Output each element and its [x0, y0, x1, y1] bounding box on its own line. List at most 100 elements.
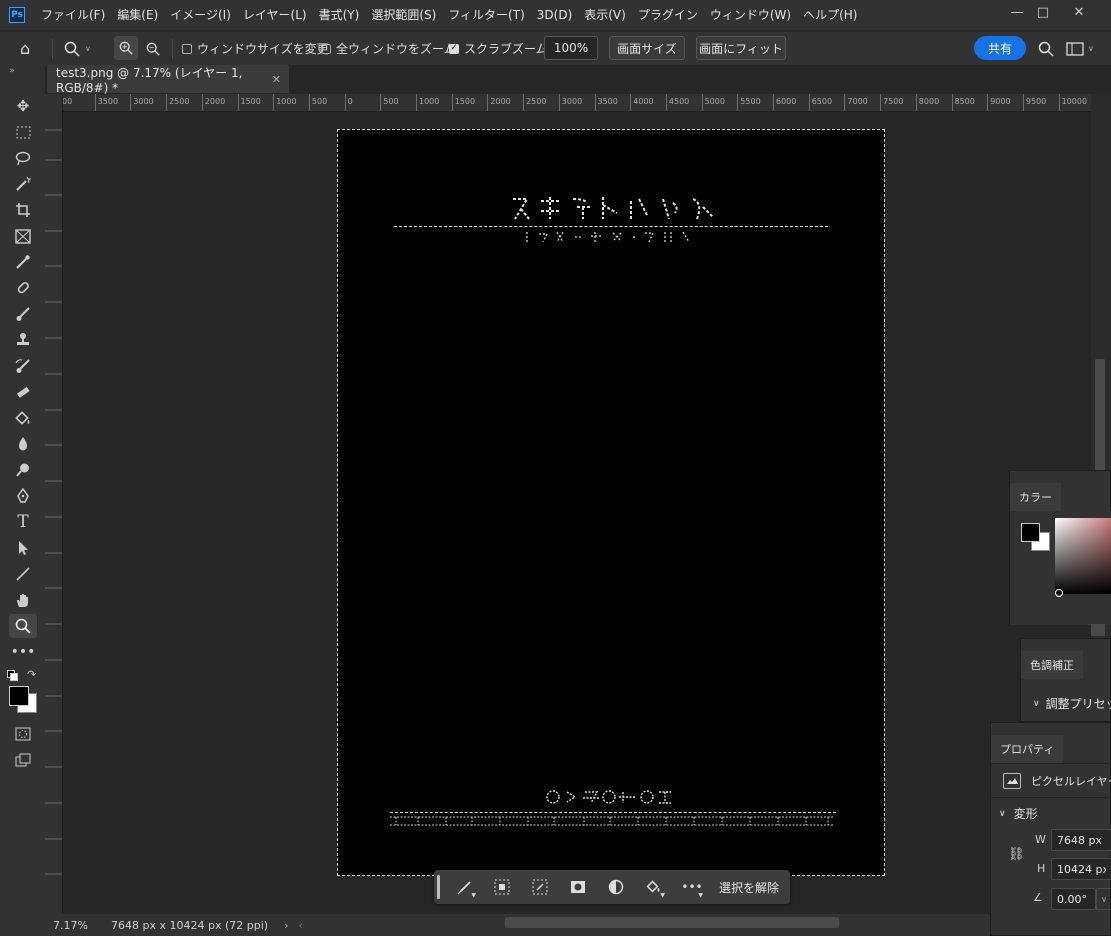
options-bar: ⌂ ∨ ウィンドウサイズを変更 全ウィンドウをズーム ✓ スクラブズーム 100%… [0, 31, 1111, 65]
color-picker-field[interactable] [1055, 518, 1111, 594]
menu-window[interactable]: ウィンドウ(W) [704, 0, 797, 30]
more-options-icon[interactable]: ••• ▼ [681, 877, 703, 899]
type-tool-icon[interactable]: T [9, 510, 37, 534]
menu-3d[interactable]: 3D(D) [531, 0, 578, 30]
properties-panel-tab[interactable]: プロパティ [991, 735, 1064, 763]
more-tools-icon[interactable]: ••• [9, 640, 37, 664]
horizontal-ruler[interactable]: 00 3500 3000 2500 2000 1500 1000 500 0 500 1000 150… [62, 94, 1091, 112]
default-colors-icon[interactable] [7, 670, 18, 681]
document-canvas[interactable] [337, 129, 885, 876]
menu-view[interactable]: 表示(V) [578, 0, 632, 30]
drag-handle-icon[interactable] [437, 875, 440, 899]
lasso-tool-icon[interactable] [9, 146, 37, 170]
swap-colors-icon[interactable]: ↷ [27, 668, 36, 681]
scroll-left-icon[interactable]: ‹ [298, 919, 302, 932]
eraser-tool-icon[interactable] [9, 380, 37, 404]
zoom-tool-icon[interactable] [9, 614, 37, 638]
search-icon[interactable] [1038, 32, 1054, 65]
resize-windows-checkbox[interactable]: ウィンドウサイズを変更 [182, 32, 329, 65]
mask-icon[interactable] [567, 877, 589, 897]
history-brush-tool-icon[interactable] [9, 354, 37, 378]
deselect-button[interactable]: 選択を解除 [719, 870, 779, 904]
line-tool-icon[interactable] [9, 562, 37, 586]
scrubby-zoom-checkbox[interactable]: ✓ スクラブズーム [449, 32, 548, 65]
marquee-tool-icon[interactable] [9, 120, 37, 144]
healing-brush-tool-icon[interactable] [9, 276, 37, 300]
canvas-workspace[interactable] [63, 112, 1091, 914]
adjustment-presets-toggle[interactable]: ∨ 調整プリセット [1033, 695, 1111, 712]
hand-tool-icon[interactable] [9, 588, 37, 612]
ruler-tick-label: 9500 [1022, 94, 1047, 111]
panel-scroll[interactable] [1091, 624, 1105, 636]
transform-selection-icon[interactable] [529, 877, 551, 897]
menu-edit[interactable]: 編集(E) [111, 0, 164, 30]
foreground-color-swatch[interactable] [1021, 523, 1040, 542]
menu-type[interactable]: 書式(Y) [313, 0, 366, 30]
photoshop-logo-icon[interactable]: Ps [9, 7, 25, 23]
adjustment-presets-label: 調整プリセット [1045, 697, 1111, 711]
angle-input[interactable] [1051, 888, 1096, 910]
magic-wand-tool-icon[interactable] [9, 172, 37, 196]
zoom-out-icon[interactable] [146, 32, 160, 65]
generative-fill-icon[interactable]: ▼ [454, 877, 476, 899]
foreground-color-swatch[interactable] [9, 686, 29, 706]
move-tool-icon[interactable]: ✥ [9, 94, 37, 118]
paint-bucket-tool-icon[interactable] [9, 406, 37, 430]
crop-tool-icon[interactable] [9, 198, 37, 222]
share-button[interactable]: 共有 [974, 36, 1026, 60]
select-subject-icon[interactable] [491, 877, 513, 897]
pen-tool-icon[interactable] [9, 484, 37, 508]
collapse-panel-icon[interactable]: » [2, 65, 22, 77]
transform-section-toggle[interactable]: ∨ 変形 [999, 805, 1038, 822]
fill-screen-button[interactable]: 画面にフィット [696, 36, 786, 60]
stamp-tool-icon[interactable] [9, 328, 37, 352]
blur-tool-icon[interactable] [9, 432, 37, 456]
quick-mask-icon[interactable] [9, 722, 37, 746]
menu-help[interactable]: ヘルプ(H) [797, 0, 863, 30]
menu-image[interactable]: イメージ(I) [164, 0, 237, 30]
close-tab-icon[interactable]: ✕ [272, 73, 281, 86]
eyedropper-tool-icon[interactable] [9, 250, 37, 274]
frame-tool-icon[interactable] [9, 224, 37, 248]
fill-selection-icon[interactable]: ▼ [643, 877, 665, 899]
menu-select[interactable]: 選択範囲(S) [365, 0, 442, 30]
path-selection-tool-icon[interactable] [9, 536, 37, 560]
chevron-down-icon: ∨ [1033, 698, 1040, 709]
angle-icon: ∠ [1033, 891, 1043, 904]
dodge-tool-icon[interactable] [9, 458, 37, 482]
zoom-in-icon[interactable] [114, 36, 138, 60]
zoom-value-field[interactable]: 100% [544, 36, 598, 60]
menu-plugins[interactable]: プラグイン [632, 0, 704, 30]
screen-mode-icon[interactable] [9, 748, 37, 772]
link-icon[interactable]: ⛓ [1008, 847, 1025, 862]
workspace-icon[interactable]: ∨ [1066, 32, 1094, 65]
vertical-ruler[interactable] [45, 94, 63, 914]
adjustments-panel-tab[interactable]: 色調補正 [1021, 651, 1083, 679]
width-input[interactable] [1051, 829, 1111, 851]
document-tab[interactable]: test3.png @ 7.17% (レイヤー 1, RGB/8#) * ✕ [47, 65, 289, 95]
home-icon[interactable]: ⌂ [20, 32, 30, 65]
close-icon[interactable]: ✕ [1060, 0, 1098, 24]
menu-layer[interactable]: レイヤー(L) [237, 0, 313, 30]
zoom-all-checkbox[interactable]: 全ウィンドウをズーム [321, 32, 456, 65]
horizontal-scrollbar-thumb[interactable] [505, 917, 839, 928]
resize-windows-label: ウィンドウサイズを変更 [197, 42, 329, 56]
adjustment-layer-icon[interactable] [605, 877, 627, 897]
height-input[interactable] [1051, 858, 1111, 880]
maximize-icon[interactable]: □ [1024, 0, 1062, 24]
ruler-tick-label: 2500 [523, 94, 547, 111]
brush-tool-icon[interactable] [9, 302, 37, 326]
chevron-down-icon: ▼ [698, 892, 703, 899]
ruler-tick-label: 5000 [701, 94, 725, 111]
status-menu-chevron-icon[interactable]: › [284, 919, 288, 932]
color-picker-handle[interactable] [1055, 589, 1063, 597]
menu-filter[interactable]: フィルター(T) [442, 0, 530, 30]
zoom-level[interactable]: 7.17% [53, 919, 103, 932]
zoom-tool-preset-icon[interactable]: ∨ [64, 32, 91, 65]
ruler-tick-label: 6500 [808, 94, 833, 111]
fit-screen-button[interactable]: 画面サイズ [609, 36, 685, 60]
angle-dropdown-chevron-icon[interactable]: ∨ [1096, 888, 1111, 910]
menu-file[interactable]: ファイル(F) [35, 0, 111, 30]
divider [52, 39, 53, 59]
color-panel-tab[interactable]: カラー [1010, 483, 1061, 511]
